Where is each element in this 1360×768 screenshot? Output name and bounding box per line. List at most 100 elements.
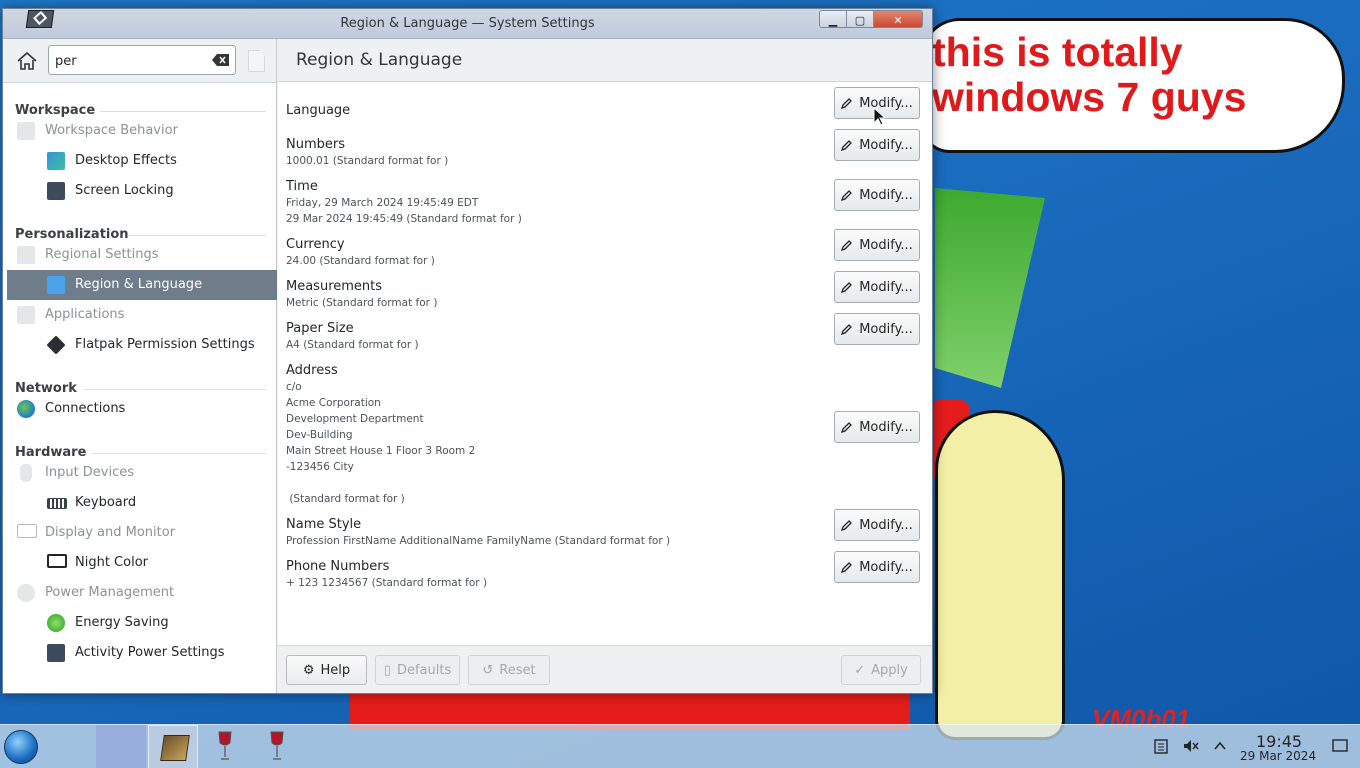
help-label: Help [320, 662, 351, 678]
sidebar-item-desktop-effects[interactable]: Desktop Effects [7, 146, 277, 176]
page-icon[interactable] [248, 50, 265, 72]
sidebar-item-label: Display and Monitor [45, 525, 176, 540]
phone-value: + 123 1234567 (Standard format for ) [286, 577, 488, 589]
sidebar-item-label: Regional Settings [45, 247, 159, 262]
applications-icon [17, 306, 35, 324]
paper-size-title: Paper Size [286, 321, 354, 336]
time-long-value: Friday, 29 March 2024 19:45:49 EDT [286, 197, 479, 209]
sidebar-item-label: Desktop Effects [75, 153, 177, 168]
paper-size-value: A4 (Standard format for ) [286, 339, 419, 351]
system-settings-window: Region & Language — System Settings ▁ ▢ … [2, 8, 933, 694]
volume-muted-icon[interactable] [1183, 738, 1199, 754]
time-short-value: 29 Mar 2024 19:45:49 (Standard format fo… [286, 213, 522, 225]
defaults-button[interactable]: ▯ Defaults [375, 655, 460, 685]
sidebar: Workspace Workspace Behavior Desktop Eff… [3, 39, 277, 693]
sidebar-item-display-monitor[interactable]: Display and Monitor [7, 518, 277, 548]
sidebar-item-label: Energy Saving [75, 615, 169, 630]
globe-icon [17, 400, 35, 418]
currency-title: Currency [286, 237, 345, 252]
sidebar-item-energy-saving[interactable]: Energy Saving [7, 608, 277, 638]
address-line: Development Department [286, 413, 424, 425]
language-title: Language [286, 103, 351, 118]
mouse-icon [20, 464, 32, 482]
search-row [3, 39, 276, 83]
energy-saving-icon [47, 614, 65, 632]
name-style-title: Name Style [286, 517, 362, 532]
sidebar-item-input-devices[interactable]: Input Devices [7, 458, 277, 488]
power-icon [17, 584, 35, 602]
reset-label: Reset [499, 662, 536, 678]
modify-measurements-button[interactable]: Modify... [834, 271, 920, 303]
modify-phone-button[interactable]: Modify... [834, 551, 920, 583]
modify-time-button[interactable]: Modify... [834, 179, 920, 211]
mouse-cursor-icon [873, 107, 885, 126]
address-line: Main Street House 1 Floor 3 Room 2 [286, 445, 476, 457]
pencil-icon [841, 190, 853, 201]
help-button[interactable]: ⚙ Help [286, 655, 367, 685]
modify-name-style-button[interactable]: Modify... [834, 509, 920, 541]
taskbar-item-blank[interactable] [96, 725, 146, 768]
address-line: c/o [286, 381, 302, 393]
sidebar-item-label: Region & Language [75, 277, 203, 292]
close-button[interactable]: ✕ [874, 11, 922, 27]
page-title: Region & Language [296, 50, 463, 70]
address-line: Dev-Building [286, 429, 353, 441]
regional-settings-icon [17, 246, 35, 264]
window-controls: ▁ ▢ ✕ [819, 10, 923, 28]
taskbar-item-wine-2[interactable] [252, 725, 302, 768]
sidebar-item-flatpak[interactable]: Flatpak Permission Settings [7, 330, 277, 360]
sidebar-item-keyboard[interactable]: Keyboard [7, 488, 277, 518]
chevron-up-icon[interactable] [1212, 738, 1228, 754]
sidebar-item-screen-locking[interactable]: Screen Locking [7, 176, 277, 206]
pencil-icon [841, 324, 853, 335]
sidebar-item-workspace-behavior[interactable]: Workspace Behavior [7, 116, 277, 146]
search-input[interactable] [55, 51, 205, 71]
sidebar-item-activity-power[interactable]: Activity Power Settings [7, 638, 277, 668]
home-icon[interactable] [16, 51, 38, 71]
pencil-icon [841, 282, 853, 293]
window-title: Region & Language — System Settings [340, 16, 595, 31]
minimize-button[interactable]: ▁ [820, 11, 847, 27]
start-menu-button[interactable] [4, 730, 38, 764]
sidebar-item-regional-settings[interactable]: Regional Settings [7, 240, 277, 270]
sidebar-item-power-management[interactable]: Power Management [7, 578, 277, 608]
taskbar: 19:45 29 Mar 2024 [0, 724, 1360, 768]
show-desktop-icon[interactable] [1332, 738, 1348, 754]
clipboard-icon[interactable] [1153, 738, 1169, 754]
sidebar-item-label: Power Management [45, 585, 175, 600]
wine-glass-icon [218, 731, 232, 760]
taskbar-item-wine-1[interactable] [200, 725, 250, 768]
modify-currency-button[interactable]: Modify... [834, 229, 920, 261]
content-header: Region & Language [278, 39, 932, 82]
monitor-icon [17, 524, 37, 538]
pencil-icon [841, 98, 853, 109]
sidebar-item-applications[interactable]: Applications [7, 300, 277, 330]
taskbar-item-system-settings[interactable] [148, 725, 198, 768]
pencil-icon [841, 140, 853, 151]
apply-button[interactable]: ✓ Apply [841, 655, 921, 685]
settings-app-icon [160, 735, 190, 761]
clock-date[interactable]: 29 Mar 2024 [1240, 749, 1316, 763]
content-pane: Region & Language Language Modify... Num… [278, 39, 932, 693]
maximize-button[interactable]: ▢ [847, 11, 874, 27]
name-style-value: Profession FirstName AdditionalName Fami… [286, 535, 671, 547]
title-bar[interactable]: Region & Language — System Settings ▁ ▢ … [3, 9, 932, 39]
modify-paper-size-button[interactable]: Modify... [834, 313, 920, 345]
reset-icon: ↺ [482, 662, 494, 678]
reset-button[interactable]: ↺ Reset [468, 655, 550, 685]
modify-label: Modify... [859, 419, 913, 435]
sidebar-item-connections[interactable]: Connections [7, 394, 277, 424]
sidebar-item-night-color[interactable]: Night Color [7, 548, 277, 578]
clear-search-icon[interactable] [212, 54, 229, 66]
desktop-effects-icon [47, 152, 65, 170]
sidebar-item-region-language[interactable]: Region & Language [7, 270, 277, 300]
modify-numbers-button[interactable]: Modify... [834, 129, 920, 161]
sidebar-item-label: Night Color [75, 555, 148, 570]
pencil-icon [841, 422, 853, 433]
section-divider [83, 389, 266, 390]
search-field[interactable] [48, 45, 236, 75]
modify-label: Modify... [859, 517, 913, 533]
modify-address-button[interactable]: Modify... [834, 411, 920, 443]
numbers-value: 1000.01 (Standard format for ) [286, 155, 449, 167]
help-icon: ⚙ [302, 662, 315, 678]
